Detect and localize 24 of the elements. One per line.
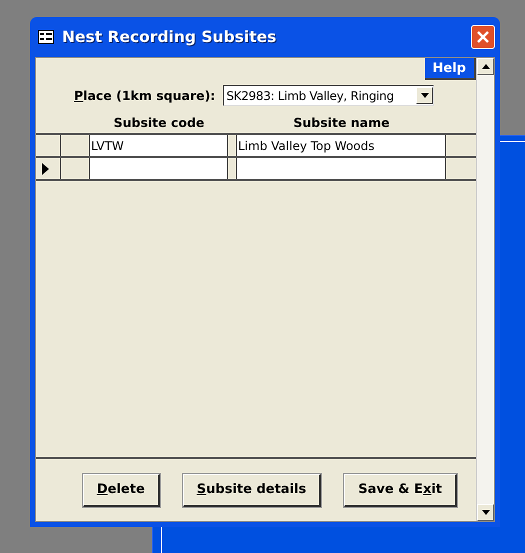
window-title: Nest Recording Subsites <box>62 28 278 46</box>
scroll-down-button[interactable] <box>477 504 494 521</box>
subsite-name-cell[interactable]: Limb Valley Top Woods <box>237 135 446 156</box>
subsite-name-cell[interactable] <box>237 158 446 179</box>
current-row-icon <box>42 162 49 174</box>
action-button[interactable]: Subsite details <box>182 474 322 506</box>
subsite-code-cell[interactable]: LVTW <box>90 135 228 156</box>
column-header: Subsite code <box>112 115 206 132</box>
close-icon <box>477 31 489 43</box>
help-button[interactable]: Help <box>424 58 476 80</box>
action-button[interactable]: Delete <box>82 474 160 506</box>
up-arrow-icon <box>482 64 490 69</box>
column-header: Subsite name <box>292 115 391 132</box>
scrollbar[interactable] <box>476 58 494 521</box>
subsite-code-cell[interactable] <box>90 158 228 179</box>
scroll-up-button[interactable] <box>477 58 494 75</box>
close-button[interactable] <box>471 25 495 49</box>
dropdown-button[interactable] <box>416 87 434 104</box>
place-label: Place (1km square): <box>74 88 216 103</box>
caret-icon <box>420 93 429 98</box>
down-arrow-icon <box>482 510 490 515</box>
action-button[interactable]: Save & Exit <box>344 474 457 506</box>
form-icon <box>38 30 54 44</box>
place-dropdown[interactable]: SK2983: Limb Valley, Ringing <box>223 85 434 106</box>
